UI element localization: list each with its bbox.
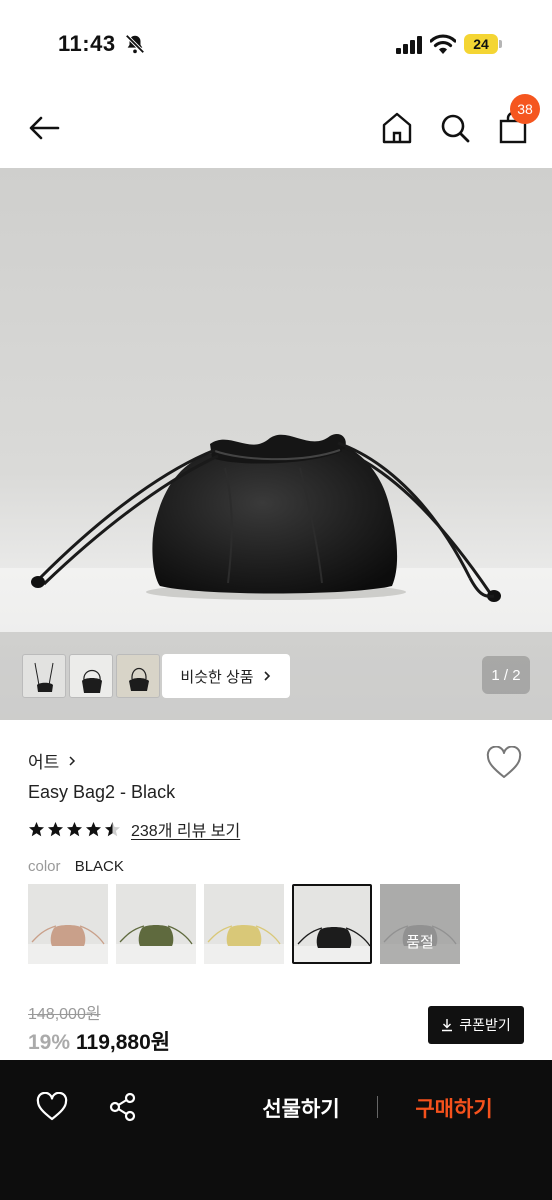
bottom-action-bar: 선물하기 구매하기: [0, 1060, 552, 1200]
battery-level: 24: [464, 34, 498, 54]
color-swatch[interactable]: [292, 884, 372, 964]
rating-stars: [28, 821, 121, 838]
brand-name: 어트: [28, 753, 60, 772]
cellular-signal-icon: [396, 36, 422, 54]
wifi-icon: [430, 34, 456, 54]
color-swatch[interactable]: [116, 884, 196, 964]
chevron-right-icon: [69, 755, 76, 766]
gallery-thumbnail-3[interactable]: [116, 654, 160, 698]
product-image-gallery[interactable]: 비슷한 상품 1 / 2: [0, 168, 552, 720]
color-option-label: color BLACK: [28, 858, 124, 875]
brand-link[interactable]: 어트: [28, 748, 77, 773]
color-swatch[interactable]: [204, 884, 284, 964]
color-swatch[interactable]: [28, 884, 108, 964]
top-nav: [0, 90, 552, 168]
sale-price: 119,880원: [76, 1031, 171, 1054]
chevron-right-icon: [264, 671, 270, 681]
coupon-download-button[interactable]: 쿠폰받기: [428, 1006, 524, 1044]
wishlist-heart-icon[interactable]: [486, 746, 522, 780]
color-swatch[interactable]: 품절: [380, 884, 460, 964]
star-icon: [86, 821, 101, 836]
status-time: 11:43: [58, 31, 116, 56]
gallery-thumbnail-1[interactable]: [22, 654, 66, 698]
discount-rate: 19%: [28, 1031, 71, 1054]
rating-row: 238개 리뷰 보기: [28, 817, 240, 841]
color-value: BLACK: [74, 858, 124, 875]
sold-out-label: 품절: [380, 884, 460, 964]
product-name: Easy Bag2 - Black: [28, 782, 176, 802]
price-row: 19% 119,880원: [28, 1026, 170, 1056]
search-icon[interactable]: [438, 110, 472, 146]
battery-icon: 24: [464, 34, 502, 54]
bell-off-icon: [125, 34, 145, 54]
status-bar: 11:43 24: [0, 0, 552, 90]
color-label: color: [28, 858, 61, 875]
heart-icon[interactable]: [36, 1092, 68, 1122]
back-arrow-icon[interactable]: [24, 108, 64, 148]
coupon-label: 쿠폰받기: [459, 1017, 511, 1033]
download-icon: [442, 1019, 453, 1032]
similar-products-button[interactable]: 비슷한 상품: [162, 654, 290, 698]
star-icon: [67, 821, 82, 836]
gallery-page-indicator: 1 / 2: [482, 656, 530, 694]
share-icon[interactable]: [108, 1092, 138, 1122]
buy-button[interactable]: 구매하기: [400, 1090, 508, 1126]
cart-count-badge: 38: [510, 94, 540, 124]
similar-products-label: 비슷한 상품: [180, 668, 254, 686]
star-icon: [48, 821, 63, 836]
review-link[interactable]: 238개 리뷰 보기: [131, 817, 240, 841]
divider: [377, 1096, 378, 1118]
star-icon: [29, 821, 44, 836]
star-icon: [105, 821, 120, 836]
gift-button[interactable]: 선물하기: [250, 1090, 352, 1126]
home-icon[interactable]: [380, 110, 414, 146]
original-price: 148,000원: [28, 1006, 101, 1023]
gallery-thumbnail-2[interactable]: [69, 654, 113, 698]
